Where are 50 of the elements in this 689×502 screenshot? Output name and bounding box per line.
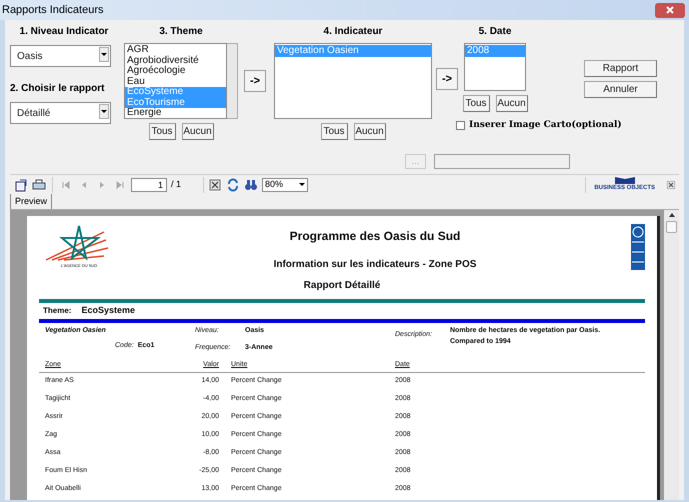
scroll-thumb[interactable] <box>666 221 677 233</box>
dropdown-field[interactable]: Oasis <box>10 45 111 67</box>
close-button[interactable] <box>655 2 685 18</box>
list-item[interactable]: AGR <box>125 45 226 56</box>
select-all-button[interactable]: Tous <box>462 95 490 112</box>
image-path-field[interactable] <box>434 154 570 169</box>
export-icon[interactable] <box>14 178 28 192</box>
report-button[interactable]: Rapport <box>584 60 657 77</box>
close-icon[interactable] <box>667 180 675 188</box>
theme-label: Theme: <box>43 305 72 317</box>
select-all-button[interactable]: Tous <box>148 123 176 140</box>
scrollbar[interactable] <box>664 210 679 500</box>
list-item[interactable]: Energie <box>125 108 226 118</box>
list-item[interactable]: Eau <box>125 76 226 87</box>
select-all-button[interactable]: Tous <box>320 123 348 140</box>
report-title: Programme des Oasis du Sud <box>290 228 460 245</box>
close-icon <box>666 6 674 14</box>
field-label: 5. Date <box>478 25 512 39</box>
clear-button[interactable]: Aucun <box>496 95 528 112</box>
page-count: / 1 <box>171 178 182 191</box>
brand-logo-icon <box>614 177 635 184</box>
transfer-button[interactable]: -> <box>244 70 266 92</box>
theme-value: EcoSysteme <box>81 304 135 318</box>
print-icon[interactable] <box>32 178 46 192</box>
cancel-button[interactable]: Annuler <box>584 81 657 98</box>
clear-button[interactable]: Aucun <box>182 123 214 140</box>
transfer-button[interactable]: -> <box>436 68 458 90</box>
refresh-icon[interactable] <box>226 178 240 192</box>
window-title: Rapports Indicateurs <box>2 2 104 18</box>
list-item[interactable]: Agroécologie <box>125 66 226 76</box>
field-label: 4. Indicateur <box>324 25 382 39</box>
checkbox-label: Inserer Image Carto(optional) <box>469 119 622 132</box>
scrollbar[interactable] <box>227 43 238 119</box>
report-subtitle: Information sur les indicateurs - Zone POS <box>274 258 476 272</box>
page-field[interactable]: 1 <box>131 178 167 192</box>
field-label: 3. Theme <box>159 25 203 39</box>
binoculars-icon[interactable] <box>244 178 258 192</box>
checkbox[interactable] <box>456 121 465 130</box>
stop-icon[interactable] <box>208 178 222 192</box>
preview-tab[interactable]: Preview <box>10 194 52 209</box>
dropdown-arrow-icon <box>299 182 305 186</box>
dropdown-field[interactable]: Détaillé <box>10 102 111 124</box>
field-label: 1. Niveau Indicator <box>18 25 110 39</box>
list-item[interactable]: Agrobiodiversité <box>125 56 226 66</box>
clear-button[interactable]: Aucun <box>354 123 386 140</box>
report-type-title: Rapport Détaillé <box>304 279 380 293</box>
un-logo <box>631 224 645 270</box>
list-box[interactable]: AGR Agrobiodiversité Agroécologie Eau EcoSysteme EcoTourisme Energie <box>124 43 227 119</box>
zoom-dropdown[interactable]: 80% <box>262 178 308 192</box>
field-label: 2. Choisir le rapport <box>10 82 106 96</box>
